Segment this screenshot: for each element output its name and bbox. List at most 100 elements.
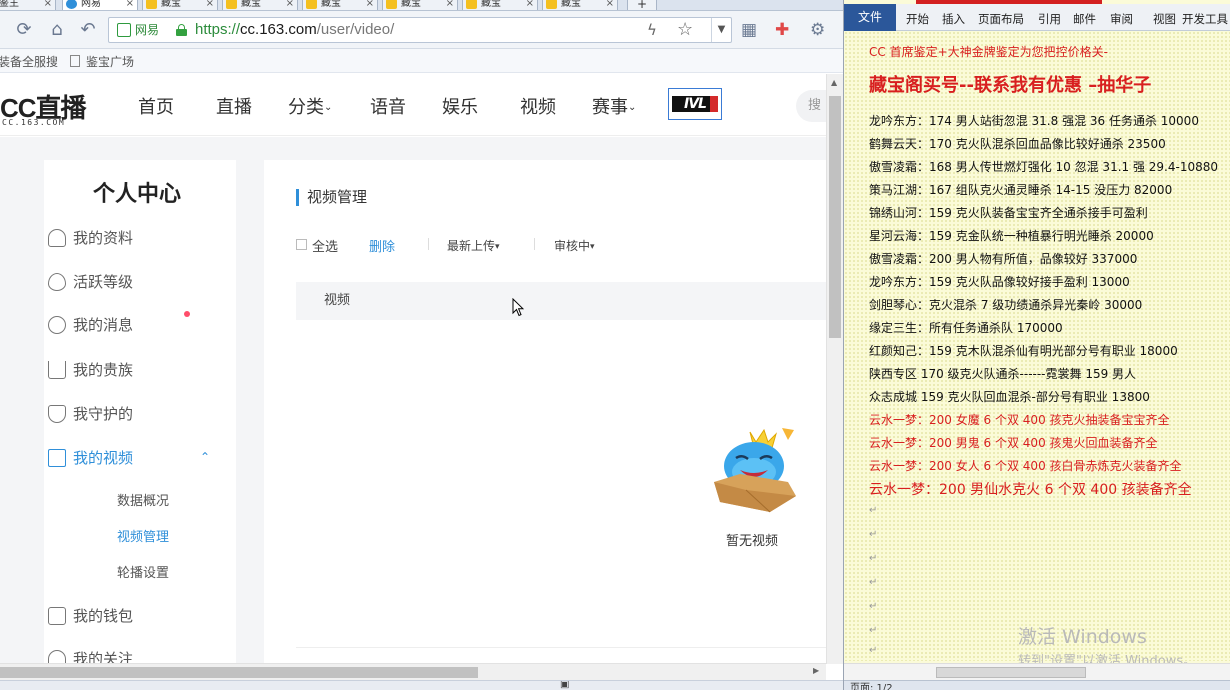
tab-references[interactable]: 引用 bbox=[1038, 11, 1061, 27]
browser-tab[interactable]: 藏宝 × bbox=[382, 0, 458, 10]
nav-events[interactable]: 赛事⌄ bbox=[592, 93, 636, 119]
tab-file[interactable]: 文件 bbox=[844, 4, 896, 31]
doc-line: 星河云海：159 克金队统一种植暴行明光睡杀 20000 bbox=[869, 229, 1154, 243]
paragraph-mark: ↵ bbox=[869, 601, 878, 612]
paragraph-mark: ↵ bbox=[869, 577, 878, 588]
browser-tab-active[interactable]: 网易 × bbox=[62, 0, 138, 10]
ivl-logo[interactable]: IVL bbox=[668, 88, 722, 120]
toolbar-divider bbox=[428, 238, 429, 250]
sidebar-item-messages[interactable]: 我的消息 bbox=[48, 314, 133, 336]
chevron-down-icon[interactable]: ▼ bbox=[711, 18, 731, 42]
browser-tab[interactable]: 藏宝 × bbox=[142, 0, 218, 10]
sort-dropdown[interactable]: 最新上传▾ bbox=[447, 237, 500, 254]
browser-tab[interactable]: 藏宝 × bbox=[542, 0, 618, 10]
sidebar-item-activity-level[interactable]: 活跃等级 bbox=[48, 271, 133, 293]
browser-toolbar: ⟳ ⌂ ↶ 网易 https://cc.163.com/user/video/ … bbox=[0, 11, 843, 49]
sidebar-item-guarded[interactable]: 我守护的 bbox=[48, 403, 133, 425]
close-icon[interactable]: × bbox=[446, 0, 454, 10]
close-icon[interactable]: × bbox=[126, 0, 134, 10]
close-icon[interactable]: × bbox=[286, 0, 294, 10]
tab-mailings[interactable]: 邮件 bbox=[1073, 11, 1096, 27]
site-header: CC直播 CC.163.COM 首页 直播 分类⌄ 语音 娱乐 视频 赛事⌄ I… bbox=[0, 74, 843, 136]
tab-developer[interactable]: 开发工具 bbox=[1182, 11, 1228, 27]
sidebar-item-my-videos[interactable]: 我的视频 bbox=[48, 447, 133, 469]
scrollbar-thumb[interactable] bbox=[829, 96, 841, 338]
nav-category-label: 分类 bbox=[288, 97, 324, 118]
toolbar-divider bbox=[534, 238, 535, 250]
site-identity-badge[interactable]: 网易 bbox=[117, 22, 159, 38]
bookmark-item[interactable]: 装备全服搜 bbox=[0, 53, 58, 70]
sidebar-item-profile[interactable]: 我的资料 bbox=[48, 227, 133, 249]
tab-label: 藏宝 bbox=[321, 0, 341, 9]
sidebar-subitem-carousel-settings[interactable]: 轮播设置 bbox=[117, 562, 169, 581]
ribbon-tabs: 文件 开始 插入 页面布局 引用 邮件 审阅 视图 开发工具 bbox=[844, 4, 1230, 31]
word-horizontal-scrollbar[interactable] bbox=[844, 663, 1230, 680]
tab-review[interactable]: 审阅 bbox=[1110, 11, 1133, 27]
doc-line: 云水一梦：200 男仙水克火 6 个双 400 孩装备齐全 bbox=[869, 482, 1192, 498]
status-dropdown[interactable]: 审核中▾ bbox=[554, 237, 595, 254]
url-scheme: https:// bbox=[195, 21, 241, 38]
horizontal-scrollbar[interactable]: ▶ bbox=[0, 663, 826, 680]
scroll-right-icon[interactable]: ▶ bbox=[813, 666, 819, 675]
sidebar-subitem-data-overview[interactable]: 数据概况 bbox=[117, 490, 169, 509]
tab-label: 藏宝 bbox=[401, 0, 421, 9]
wallet-icon bbox=[48, 607, 66, 625]
close-icon[interactable]: × bbox=[44, 0, 52, 10]
tab-home[interactable]: 开始 bbox=[906, 11, 929, 27]
star-icon[interactable]: ☆ bbox=[677, 19, 693, 40]
tab-view[interactable]: 视图 bbox=[1153, 11, 1176, 27]
scroll-up-icon[interactable]: ▲ bbox=[831, 78, 837, 87]
browser-tab[interactable]: 鉴主 × bbox=[0, 0, 56, 10]
nav-live[interactable]: 直播 bbox=[216, 93, 252, 119]
delete-button[interactable]: 删除 bbox=[369, 236, 395, 255]
back-icon[interactable]: ↶ bbox=[78, 20, 98, 40]
address-bar[interactable]: 网易 https://cc.163.com/user/video/ ϟ ☆ ▼ bbox=[108, 17, 732, 43]
tab-label: 藏宝 bbox=[241, 0, 261, 9]
gamepad-icon[interactable]: ✚ bbox=[775, 20, 789, 40]
sidebar-title: 个人中心 bbox=[93, 182, 182, 207]
doc-line: 剑胆琴心：克火混杀 7 级功绩通杀异光秦岭 30000 bbox=[869, 298, 1143, 312]
select-all-label[interactable]: 全选 bbox=[312, 236, 338, 255]
sidebar-item-wallet[interactable]: 我的钱包 bbox=[48, 605, 133, 627]
nav-video[interactable]: 视频 bbox=[520, 93, 556, 119]
wrench-icon[interactable]: ⚙ bbox=[810, 20, 825, 40]
scrollbar-thumb[interactable] bbox=[936, 667, 1086, 678]
close-icon[interactable]: × bbox=[526, 0, 534, 10]
sidebar-subitem-video-management[interactable]: 视频管理 bbox=[117, 526, 169, 545]
notification-dot bbox=[184, 311, 190, 317]
close-icon[interactable]: × bbox=[606, 0, 614, 10]
nav-voice[interactable]: 语音 bbox=[370, 93, 406, 119]
home-icon[interactable]: ⌂ bbox=[47, 20, 67, 40]
doc-line: CC 首席鉴定+大神金牌鉴定为您把控价格关- bbox=[869, 45, 1108, 59]
chevron-up-icon[interactable]: ⌃ bbox=[200, 450, 210, 464]
tab-label: 藏宝 bbox=[561, 0, 581, 9]
paragraph-mark: ↵ bbox=[869, 553, 878, 564]
url-text[interactable]: https://cc.163.com/user/video/ bbox=[195, 21, 394, 39]
nav-category[interactable]: 分类⌄ bbox=[288, 93, 332, 119]
lightning-icon[interactable]: ϟ bbox=[647, 21, 657, 39]
nav-home[interactable]: 首页 bbox=[138, 93, 174, 119]
refresh-icon[interactable]: ⟳ bbox=[14, 20, 34, 40]
scrollbar-thumb[interactable] bbox=[0, 667, 478, 678]
browser-tab[interactable]: 藏宝 × bbox=[462, 0, 538, 10]
url-path: /user/video/ bbox=[316, 21, 395, 38]
site-badge-label: 网易 bbox=[135, 23, 160, 37]
close-icon[interactable]: × bbox=[206, 0, 214, 10]
close-icon[interactable]: × bbox=[366, 0, 374, 10]
browser-tab[interactable]: 藏宝 × bbox=[222, 0, 298, 10]
doc-line: 云水一梦：200 男鬼 6 个双 400 孩鬼火回血装备齐全 bbox=[869, 436, 1158, 450]
paragraph-mark: ↵ bbox=[869, 625, 878, 636]
tab-favicon-icon bbox=[546, 0, 557, 9]
document-page[interactable]: CC 首席鉴定+大神金牌鉴定为您把控价格关- 藏宝阁买号--联系我有优惠 –抽华… bbox=[844, 31, 1230, 661]
bookmark-item[interactable]: 鉴宝广场 bbox=[86, 53, 134, 70]
nav-entertainment[interactable]: 娱乐 bbox=[442, 93, 478, 119]
sidebar-item-label: 我守护的 bbox=[73, 405, 134, 423]
sidebar-item-nobility[interactable]: 我的贵族 bbox=[48, 359, 133, 381]
vertical-scrollbar[interactable]: ▲ bbox=[826, 74, 843, 664]
grid-icon[interactable]: ▦ bbox=[741, 20, 757, 40]
tab-page-layout[interactable]: 页面布局 bbox=[978, 11, 1024, 27]
new-tab-button[interactable]: + bbox=[627, 0, 657, 10]
browser-tab[interactable]: 藏宝 × bbox=[302, 0, 378, 10]
select-all-checkbox[interactable] bbox=[296, 239, 307, 250]
tab-insert[interactable]: 插入 bbox=[942, 11, 965, 27]
